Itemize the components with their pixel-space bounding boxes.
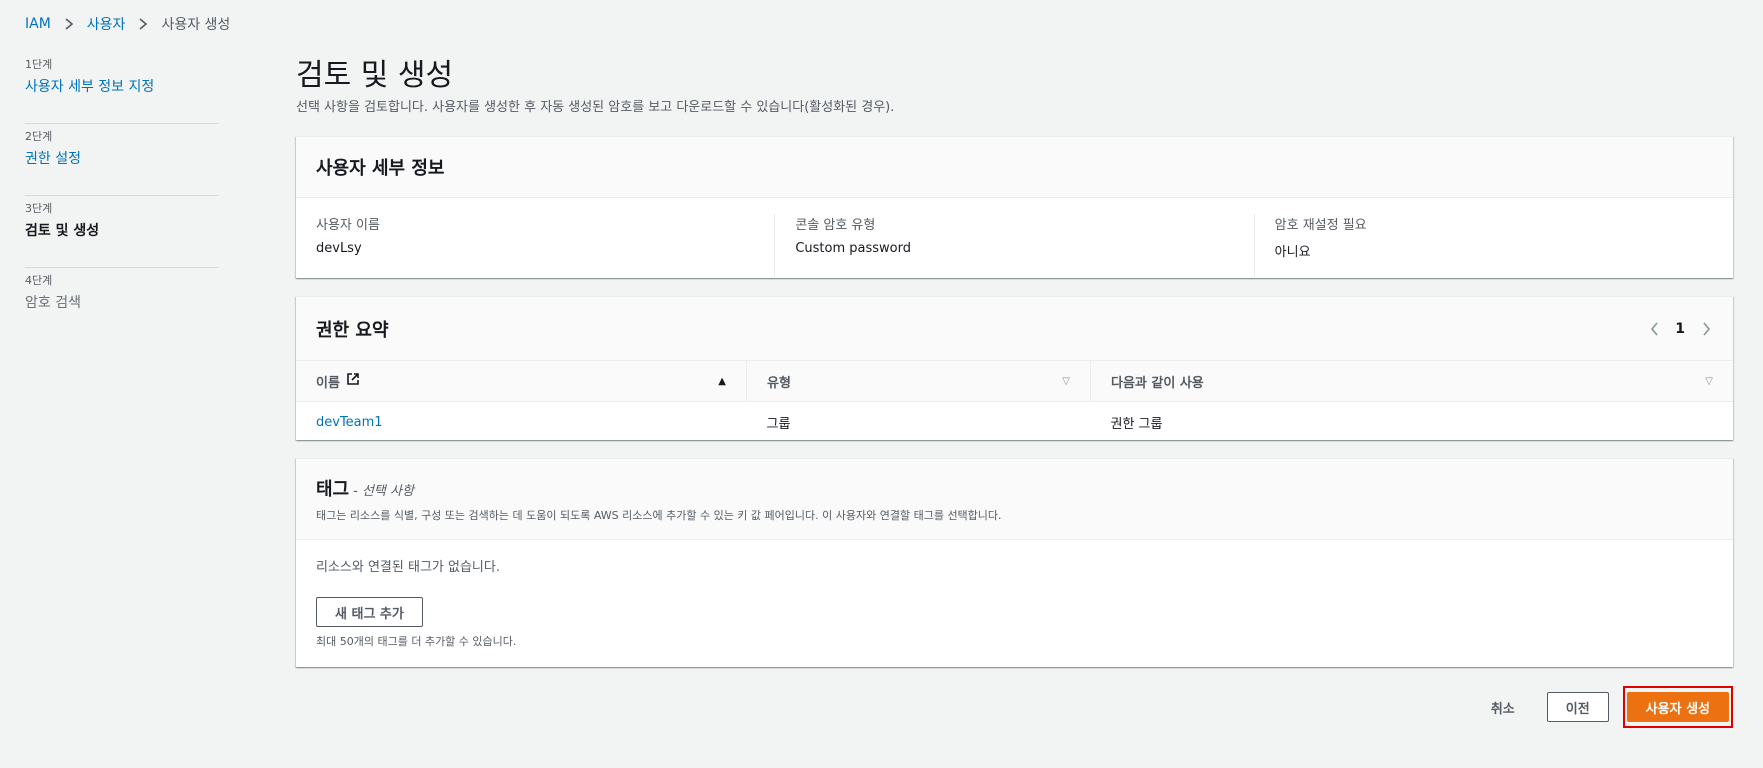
field-label: 사용자 이름 [316, 218, 380, 233]
add-new-tag-button[interactable]: 새 태그 추가 [316, 597, 423, 627]
step-number: 3단계 [25, 202, 53, 215]
wizard-steps: 1단계 사용자 세부 정보 지정 2단계 권한 설정 3단계 검토 및 생성 4… [25, 52, 219, 340]
field-user-name: 사용자 이름 devLsy [296, 214, 774, 277]
form-actions: 취소 이전 사용자 생성 [1473, 686, 1733, 728]
cancel-button[interactable]: 취소 [1473, 692, 1533, 722]
tags-limit-hint: 최대 50개의 태그를 더 추가할 수 있습니다. [316, 635, 517, 648]
page-number[interactable]: 1 [1675, 321, 1685, 337]
step-4: 4단계 암호 검색 [25, 268, 219, 340]
breadcrumb-users[interactable]: 사용자 [87, 14, 126, 34]
step-3: 3단계 검토 및 생성 [25, 196, 219, 268]
user-details-fields: 사용자 이름 devLsy 콘솔 암호 유형 Custom password 암… [296, 198, 1733, 277]
permission-type: 그룹 [766, 416, 791, 432]
column-header-used-as[interactable]: 다음과 같이 사용 ▽ [1090, 360, 1733, 402]
panel-header: 사용자 세부 정보 [296, 137, 1733, 198]
panel-header: 태그 - 선택 사항 태그는 리소스를 식별, 구성 또는 검색하는 데 도움이… [296, 459, 1733, 540]
field-value: 아니요 [1274, 245, 1311, 260]
permissions-summary-panel: 권한 요약 1 이름 ▲ 유형 ▽ 다음과 같이 사용 ▽ devTeam1 그… [296, 296, 1733, 440]
tags-title-row: 태그 - 선택 사항 [316, 475, 414, 501]
chevron-right-icon[interactable] [1699, 321, 1713, 336]
field-label: 암호 재설정 필요 [1274, 218, 1367, 233]
field-value: devLsy [316, 241, 362, 256]
panel-title: 권한 요약 [316, 319, 389, 341]
panel-title: 사용자 세부 정보 [316, 158, 445, 179]
step-label-review-create: 검토 및 생성 [25, 223, 100, 239]
page-description: 선택 사항을 검토합니다. 사용자를 생성한 후 자동 생성된 암호를 보고 다… [296, 100, 895, 115]
step-link-user-details[interactable]: 사용자 세부 정보 지정 [25, 79, 154, 95]
chevron-right-icon [61, 16, 77, 32]
step-number: 2단계 [25, 130, 53, 143]
step-number: 1단계 [25, 58, 53, 71]
permission-used-as: 권한 그룹 [1110, 416, 1163, 432]
column-label: 이름 [316, 375, 340, 391]
column-header-name[interactable]: 이름 ▲ [296, 360, 747, 402]
panel-header: 권한 요약 1 [296, 297, 1733, 360]
chevron-left-icon[interactable] [1647, 321, 1661, 336]
step-link-permissions[interactable]: 권한 설정 [25, 151, 81, 167]
step-label-retrieve-password: 암호 검색 [25, 295, 81, 311]
tags-description: 태그는 리소스를 식별, 구성 또는 검색하는 데 도움이 되도록 AWS 리소… [316, 509, 1002, 522]
pagination: 1 [1647, 321, 1713, 337]
column-label: 유형 [767, 375, 791, 391]
sort-ascending-icon[interactable]: ▲ [718, 376, 726, 387]
column-header-type[interactable]: 유형 ▽ [746, 360, 1091, 402]
breadcrumb-current: 사용자 생성 [161, 17, 231, 33]
field-value: Custom password [795, 241, 911, 256]
permission-name-link[interactable]: devTeam1 [316, 415, 383, 430]
panel-title: 태그 [316, 479, 350, 500]
column-label: 다음과 같이 사용 [1111, 375, 1204, 391]
sort-descending-icon[interactable]: ▽ [1705, 376, 1713, 387]
highlight-box: 사용자 생성 [1622, 686, 1733, 728]
permissions-table: 이름 ▲ 유형 ▽ 다음과 같이 사용 ▽ devTeam1 그룹 권한 그룹 [296, 360, 1733, 442]
step-1: 1단계 사용자 세부 정보 지정 [25, 52, 219, 124]
table-row: devTeam1 그룹 권한 그룹 [296, 402, 1733, 443]
field-console-password-type: 콘솔 암호 유형 Custom password [774, 214, 1253, 277]
sort-descending-icon[interactable]: ▽ [1062, 376, 1070, 387]
previous-button[interactable]: 이전 [1546, 692, 1609, 722]
field-password-reset-required: 암호 재설정 필요 아니요 [1253, 214, 1733, 277]
user-details-panel: 사용자 세부 정보 사용자 이름 devLsy 콘솔 암호 유형 Custom … [296, 136, 1733, 278]
step-2: 2단계 권한 설정 [25, 124, 219, 196]
page-title: 검토 및 생성 [296, 58, 454, 93]
tags-body: 리소스와 연결된 태그가 없습니다. 새 태그 추가 최대 50개의 태그를 더… [296, 540, 1733, 665]
step-number: 4단계 [25, 274, 53, 287]
field-label: 콘솔 암호 유형 [795, 218, 876, 233]
optional-label: - 선택 사항 [353, 484, 414, 499]
no-tags-message: 리소스와 연결된 태그가 없습니다. [316, 560, 500, 575]
tags-panel: 태그 - 선택 사항 태그는 리소스를 식별, 구성 또는 검색하는 데 도움이… [296, 458, 1733, 667]
external-link-icon [346, 372, 360, 390]
create-user-button[interactable]: 사용자 생성 [1626, 692, 1729, 722]
breadcrumb-iam[interactable]: IAM [25, 16, 51, 32]
chevron-right-icon [135, 16, 151, 32]
breadcrumb: IAM 사용자 사용자 생성 [25, 14, 230, 34]
